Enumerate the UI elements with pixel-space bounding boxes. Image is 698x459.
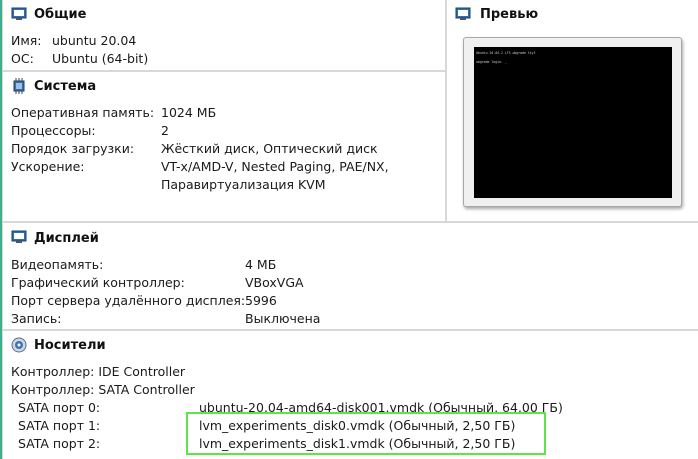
system-row-value: Жёсткий диск, Оптический диск [161, 141, 378, 156]
system-row-value-cont: Паравиртуализация KVM [161, 177, 326, 192]
section-title-general: Общие [34, 7, 87, 22]
section-title-storage: Носители [34, 338, 106, 353]
section-title-display: Дисплей [34, 231, 99, 246]
system-row-label: Ускорение: [11, 159, 85, 174]
disk-icon [11, 337, 27, 353]
vm-preview-thumbnail[interactable]: Ubuntu 20.04.2 LTS ubgrade tty1 ubgrade … [463, 37, 682, 207]
chip-icon [13, 78, 25, 94]
section-title-system: Система [34, 79, 97, 94]
system-panel: Система Оперативная память: 1024 МБ Проц… [2, 71, 446, 222]
display-row-label: Видеопамять: [11, 257, 104, 272]
vm-preview-screen: Ubuntu 20.04.2 LTS ubgrade tty1 ubgrade … [474, 47, 672, 198]
display-row-label: Порт сервера удалённого дисплея: [11, 293, 246, 308]
section-title-preview: Превью [480, 7, 539, 22]
display-row-value: Выключена [245, 311, 321, 326]
monitor-icon [11, 7, 27, 20]
system-row-label: Оперативная память: [11, 105, 155, 120]
system-row-value: 2 [161, 123, 169, 138]
display-row-value: 4 МБ [245, 257, 277, 272]
os-value: Ubuntu (64-bit) [52, 51, 149, 66]
display-row-value: VBoxVGA [245, 275, 304, 290]
sata-port-label: SATA порт 2: [18, 436, 101, 451]
highlight-box [186, 412, 546, 455]
display-row-label: Графический контроллер: [11, 275, 185, 290]
name-value: ubuntu 20.04 [52, 33, 137, 48]
general-panel: Общие Имя: ubuntu 20.04 ОС: Ubuntu (64-b… [2, 0, 446, 71]
monitor-icon [11, 230, 27, 243]
system-row-value: 1024 МБ [161, 105, 217, 120]
system-row-value: VT-x/AMD-V, Nested Paging, PAE/NX, [161, 159, 389, 174]
system-row-label: Процессоры: [11, 123, 96, 138]
console-line: Ubuntu 20.04.2 LTS ubgrade tty1 [476, 51, 536, 55]
sata-port-label: SATA порт 0: [18, 400, 101, 415]
display-row-label: Запись: [11, 311, 62, 326]
console-line: ubgrade login: _ [476, 60, 507, 64]
name-label: Имя: [11, 33, 42, 48]
display-row-value: 5996 [245, 293, 277, 308]
controller-label: Контроллер: SATA Controller [11, 382, 195, 397]
system-row-label: Порядок загрузки: [11, 141, 135, 156]
os-label: ОС: [11, 51, 34, 66]
controller-label: Контроллер: IDE Controller [11, 364, 186, 379]
monitor-icon [455, 7, 471, 20]
sata-port-label: SATA порт 1: [18, 418, 101, 433]
display-panel: Дисплей Видеопамять: 4 МБ Графический ко… [2, 222, 698, 330]
